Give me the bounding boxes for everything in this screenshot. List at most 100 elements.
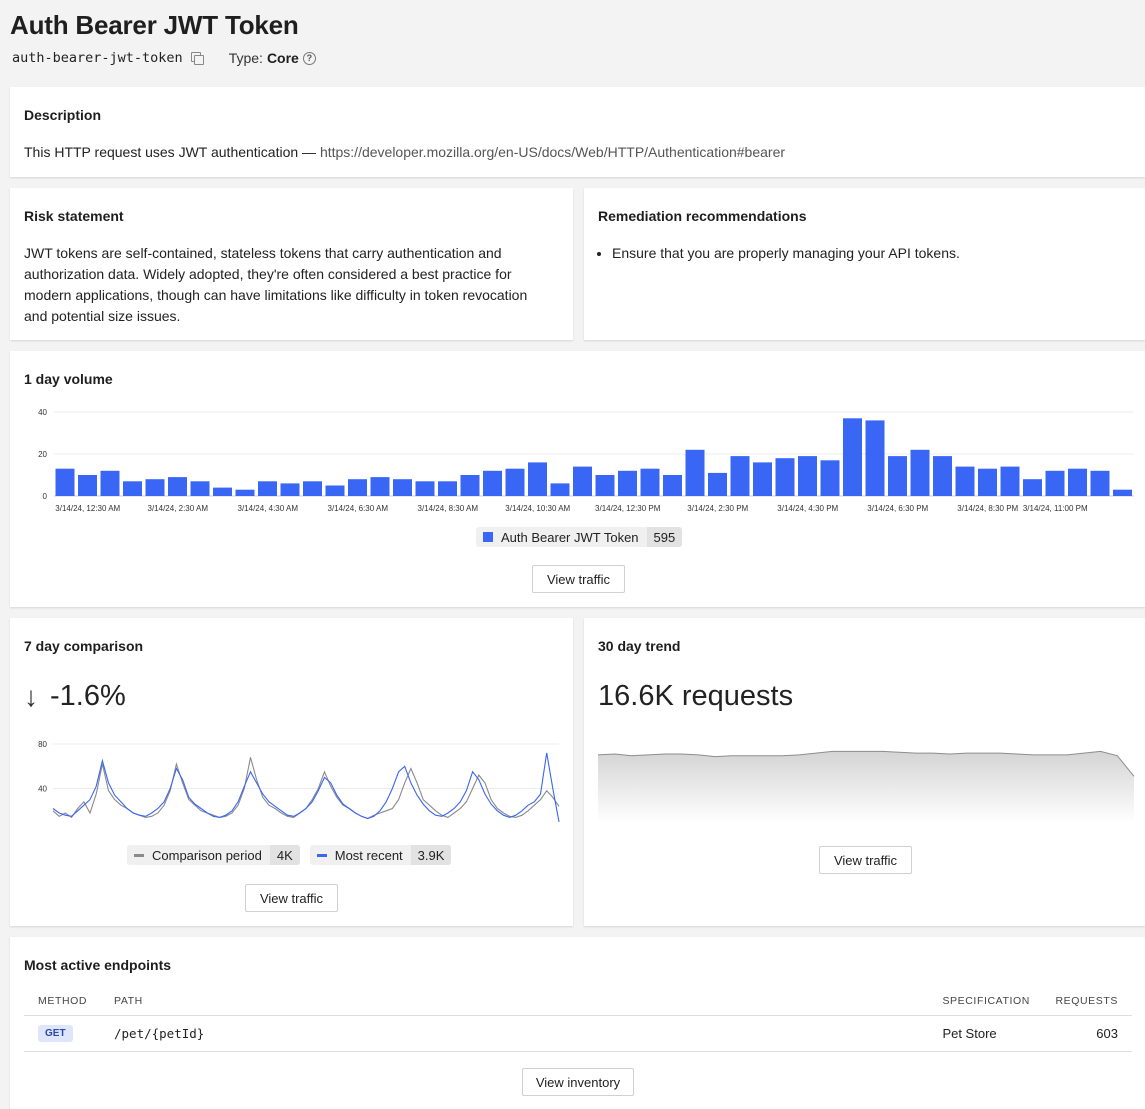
column-requests[interactable]: REQUESTS [1055,987,1132,1016]
risk-text: JWT tokens are self-contained, stateless… [24,243,527,327]
copy-icon[interactable] [190,52,204,65]
method-cell: GET [24,1015,114,1052]
bar [978,468,997,496]
bar [370,477,390,496]
bar [78,475,97,496]
y-tick-label: 40 [38,785,47,794]
bar [573,466,592,496]
trend-stat: 16.6K requests [598,680,794,712]
remediation-title: Remediation recommendations [598,208,807,224]
bar [460,475,480,496]
view-traffic-button[interactable]: View traffic [532,565,625,593]
risk-line: authorization data. Widely adopted, they… [24,266,512,282]
view-traffic-button[interactable]: View traffic [819,846,912,874]
bar [483,470,502,496]
legend-count: 595 [646,527,683,547]
view-inventory-button[interactable]: View inventory [522,1068,634,1096]
y-tick-label: 80 [38,740,47,749]
legend-item-auth-bearer[interactable]: Auth Bearer JWT Token 595 [476,527,683,547]
legend-swatch [134,853,144,857]
bar [955,466,975,496]
risk-card: Risk statement JWT tokens are self-conta… [10,188,573,340]
path-cell[interactable]: /pet/{petId} [114,1015,943,1052]
legend-item-most-recent[interactable]: Most recent 3.9K [309,845,452,865]
volume-card: 1 day volume 0 20 40 3/14/24, 12:30 AM 3/14/… [10,351,1145,607]
column-specification[interactable]: SPECIFICATION [942,987,1056,1016]
risk-line: and potential size issues. [24,308,181,324]
bar [528,462,547,496]
bar [798,456,817,496]
bar [618,470,637,496]
legend-label: Auth Bearer JWT Token [501,529,639,545]
column-method[interactable]: METHOD [24,987,114,1016]
table-header-row: METHOD PATH SPECIFICATION REQUESTS [24,987,1132,1016]
comparison-legend: Comparison period 4K Most recent 3.9K [127,845,452,865]
risk-line: JWT tokens are self-contained, stateless… [24,245,502,261]
bar [1000,466,1020,496]
legend-item-comparison-period[interactable]: Comparison period 4K [127,845,300,865]
bar [393,479,412,496]
bar [1090,470,1110,496]
remediation-card: Remediation recommendations Ensure that … [584,188,1145,340]
table-row[interactable]: GET /pet/{petId} Pet Store 603 [24,1015,1132,1052]
x-tick-label: 3/14/24, 8:30 PM [957,504,1018,513]
x-tick-label: 3/14/24, 2:30 PM [687,504,748,513]
x-tick-label: 3/14/24, 12:30 PM [595,504,661,513]
trend-card: 30 day trend 16.6K requests View traffic [584,618,1145,926]
risk-line: modern applications, though can have lim… [24,287,528,303]
bar [145,479,165,496]
trend-chart [597,750,1135,823]
volume-chart: 0 20 40 3/14/24, 12:30 AM 3/14/24, 2:30 AM 3/… [38,408,1134,513]
series-line [52,752,560,823]
bar [280,483,300,496]
column-path[interactable]: PATH [114,987,943,1016]
arrow-down-icon: ↓ [24,680,38,712]
x-tick-label: 3/14/24, 6:30 AM [328,504,389,513]
y-tick-label: 0 [43,492,48,501]
description-card: Description This HTTP request uses JWT a… [10,87,1145,177]
bar [258,481,277,496]
legend-label: Comparison period [152,847,262,863]
bar [100,470,120,496]
bar [303,481,322,496]
bar [865,420,885,496]
bar [168,477,187,496]
page-title: Auth Bearer JWT Token [10,10,299,40]
bar [843,418,862,496]
endpoints-title: Most active endpoints [24,957,172,973]
bar [415,481,435,496]
legend-count: 4K [269,845,300,865]
x-tick-label: 3/14/24, 6:30 PM [867,504,928,513]
endpoints-table: METHOD PATH SPECIFICATION REQUESTS GET /… [24,987,1132,1052]
method-badge: GET [38,1025,73,1042]
comparison-title: 7 day comparison [24,638,144,654]
comparison-chart: 40 80 [38,740,560,823]
x-tick-label: 3/14/24, 12:30 AM [55,504,120,513]
comparison-value: -1.6% [50,680,126,712]
bar [888,456,907,496]
legend-swatch [316,853,327,857]
trend-title: 30 day trend [598,638,681,654]
bar [730,456,750,496]
volume-title: 1 day volume [24,371,113,387]
mdn-link[interactable]: https://developer.mozilla.org/en-US/docs… [320,144,785,160]
x-tick-label: 3/14/24, 2:30 AM [148,504,209,513]
bar [190,481,210,496]
help-icon[interactable]: ? [302,51,316,65]
view-traffic-button[interactable]: View traffic [245,884,338,912]
header-meta: auth-bearer-jwt-token Type: Core ? [12,50,316,66]
description-text: This HTTP request uses JWT authenticatio… [24,142,785,163]
endpoints-card: Most active endpoints METHOD PATH SPECIF… [10,937,1145,1109]
bar [505,468,525,496]
bar [348,479,367,496]
type-label: Type: [228,50,263,66]
comparison-card: 7 day comparison ↓ -1.6% 40 80 Comparison… [10,618,573,926]
bar [640,468,660,496]
description-title: Description [24,107,102,123]
bar [213,487,232,496]
trend-area [598,751,1134,823]
risk-title: Risk statement [24,208,124,224]
x-tick-label: 3/14/24, 4:30 AM [238,504,299,513]
legend-count: 3.9K [410,845,452,865]
description-body: This HTTP request uses JWT authenticatio… [24,144,320,160]
